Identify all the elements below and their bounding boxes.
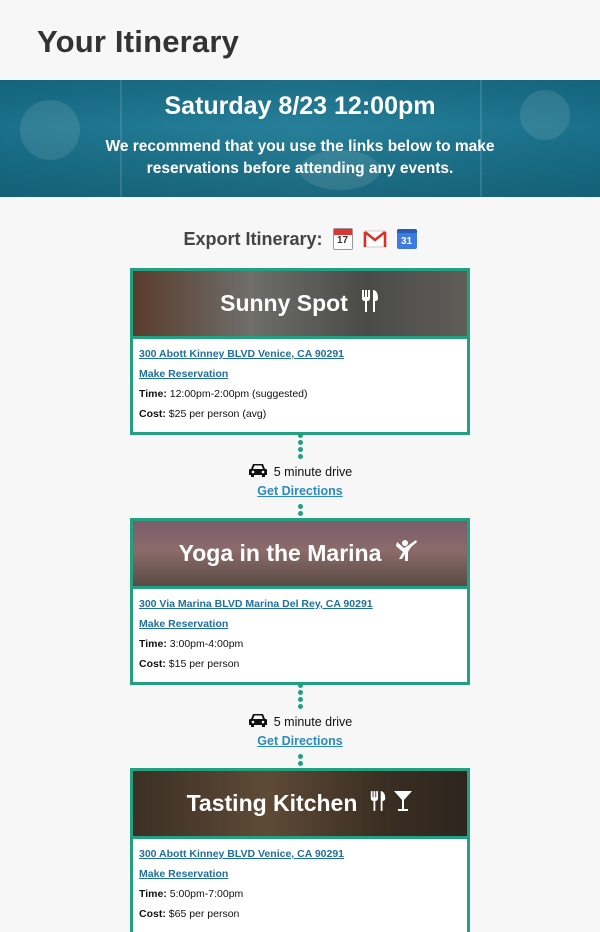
address-link[interactable]: 300 Abott Kinney BLVD Venice, CA 90291 <box>139 344 461 364</box>
card-banner: Tasting Kitchen <box>133 771 467 839</box>
hero-note: We recommend that you use the links belo… <box>105 138 495 177</box>
itinerary-card-sunny-spot: Sunny Spot 300 Abott Kinney BLVD Venice,… <box>130 268 470 435</box>
connector-dots <box>0 433 600 459</box>
time-row: Time: 5:00pm-7:00pm <box>139 888 244 900</box>
connector-dots <box>0 683 600 709</box>
ical-icon[interactable]: 17 <box>332 228 353 250</box>
stop-title: Sunny Spot <box>220 290 348 316</box>
drive-time: 5 minute drive <box>273 464 353 479</box>
yoga-icon <box>393 539 421 568</box>
cocktail-icon <box>393 790 413 817</box>
drive-time: 5 minute drive <box>273 714 353 729</box>
page-title: Your Itinerary <box>37 24 240 59</box>
gmail-icon[interactable] <box>363 230 387 248</box>
car-icon <box>248 712 268 731</box>
restaurant-icon <box>360 289 380 318</box>
cost-row: Cost: $65 per person <box>139 908 240 920</box>
stop-title: Yoga in the Marina <box>178 540 382 566</box>
card-banner: Yoga in the Marina <box>133 521 467 589</box>
cost-row: Cost: $15 per person <box>139 658 240 670</box>
time-row: Time: 3:00pm-4:00pm <box>139 638 244 650</box>
make-reservation-link[interactable]: Make Reservation <box>139 364 461 384</box>
make-reservation-link[interactable]: Make Reservation <box>139 864 461 884</box>
address-link[interactable]: 300 Abott Kinney BLVD Venice, CA 90291 <box>139 844 461 864</box>
get-directions-link[interactable]: Get Directions <box>257 734 342 748</box>
stop-title: Tasting Kitchen <box>186 790 358 816</box>
address-link[interactable]: 300 Via Marina BLVD Marina Del Rey, CA 9… <box>139 594 461 614</box>
hero-banner: Saturday 8/23 12:00pm We recommend that … <box>0 80 600 197</box>
hero-date: Saturday 8/23 12:00pm <box>164 92 436 120</box>
make-reservation-link[interactable]: Make Reservation <box>139 614 461 634</box>
card-banner: Sunny Spot <box>133 271 467 339</box>
get-directions-link[interactable]: Get Directions <box>257 484 342 498</box>
cost-row: Cost: $25 per person (avg) <box>139 408 267 420</box>
google-calendar-icon[interactable]: 31 <box>396 229 417 249</box>
travel-leg: 5 minute drive Get Directions <box>0 683 600 780</box>
travel-leg: 5 minute drive Get Directions <box>0 433 600 530</box>
export-bar: Export Itinerary: 17 31 <box>0 228 600 250</box>
itinerary-card-yoga: Yoga in the Marina 300 Via Marina BLVD M… <box>130 518 470 685</box>
export-label: Export Itinerary: <box>183 228 323 249</box>
restaurant-icon <box>369 790 387 817</box>
car-icon <box>248 462 268 481</box>
time-row: Time: 12:00pm-2:00pm (suggested) <box>139 388 308 400</box>
itinerary-card-tasting-kitchen: Tasting Kitchen 300 Abott Kinney BLVD Ve… <box>130 768 470 932</box>
